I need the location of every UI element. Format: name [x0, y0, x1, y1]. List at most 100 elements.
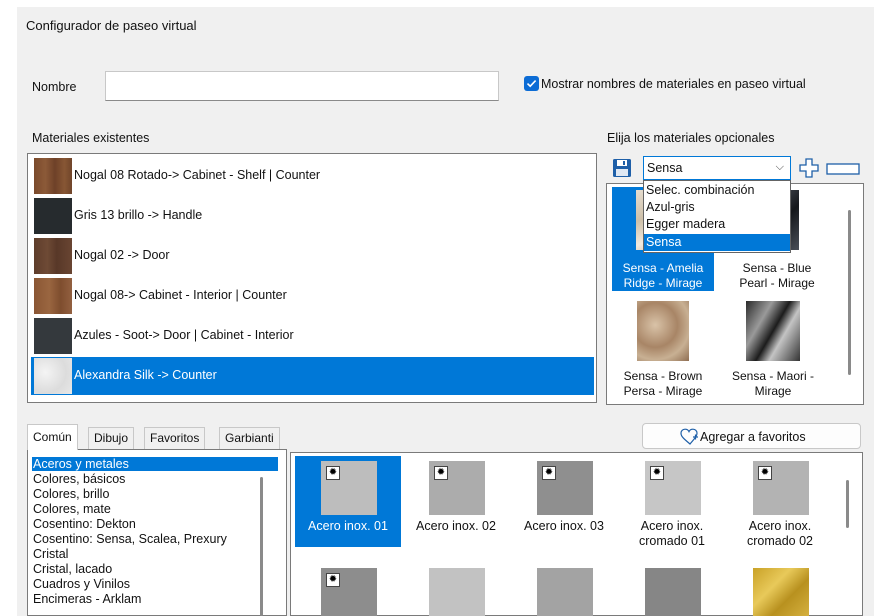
gold-swatch	[753, 568, 809, 616]
remove-icon[interactable]	[826, 163, 860, 175]
steel-01-swatch: ✹	[321, 461, 377, 515]
show-names-checkbox[interactable]	[524, 76, 539, 91]
category-item[interactable]: Cosentino: Dekton	[32, 517, 278, 531]
material-row[interactable]: Nogal 08-> Cabinet - Interior | Counter	[31, 277, 594, 315]
optional-material-line2: Pearl - Mirage	[739, 276, 815, 290]
texture-item[interactable]	[511, 563, 617, 616]
category-item[interactable]: Cristal, lacado	[32, 562, 278, 576]
material-label: Gris 13 brillo -> Handle	[74, 208, 203, 222]
steel-03-swatch: ✹	[537, 461, 593, 515]
tab-comun[interactable]: Común	[27, 424, 78, 450]
scrollbar-thumb[interactable]	[260, 477, 263, 616]
texture-item[interactable]: ✹ Acero inox. cromado 01	[619, 456, 725, 548]
texture-item-selected[interactable]: ✹ Acero inox. 01	[295, 456, 401, 547]
texture-line2: cromado 02	[746, 534, 813, 548]
walnut-dark-swatch	[34, 238, 72, 274]
metal-swatch: ✹	[321, 568, 377, 616]
material-label: Azules - Soot-> Door | Cabinet - Interio…	[74, 328, 294, 342]
optional-material-line2: Persa - Mirage	[623, 384, 703, 398]
optional-material-line1: Sensa - Blue	[742, 261, 812, 275]
material-row[interactable]: Azules - Soot-> Door | Cabinet - Interio…	[31, 317, 594, 355]
optional-material-line1: Sensa - Brown	[623, 369, 703, 383]
combination-select[interactable]: Sensa ⌵	[643, 156, 791, 180]
maori-swatch	[746, 301, 800, 361]
category-item[interactable]: Cristal	[32, 547, 278, 561]
optional-material-line1: Sensa - Amelia	[622, 261, 704, 275]
existing-materials-label: Materiales existentes	[32, 131, 150, 145]
slate-swatch	[34, 318, 72, 354]
new-marker-icon: ✹	[650, 466, 664, 480]
save-icon[interactable]	[612, 158, 632, 178]
combination-value: Sensa	[647, 161, 683, 175]
show-names-label: Mostrar nombres de materiales en paseo v…	[541, 77, 806, 91]
category-item-selected[interactable]: Aceros y metales	[32, 457, 278, 471]
texture-line1: Acero inox. 02	[416, 519, 496, 533]
walnut-swatch	[34, 278, 72, 314]
add-to-favorites-label: Agregar a favoritos	[700, 430, 806, 444]
tab-favoritos[interactable]: Favoritos	[144, 427, 206, 449]
optional-material-line2: Ridge - Mirage	[623, 276, 703, 290]
material-label: Alexandra Silk -> Counter	[74, 368, 217, 382]
library-tabs: Común Dibujo Favoritos Garbianti	[27, 424, 289, 450]
category-list[interactable]: Aceros y metales Colores, básicos Colore…	[27, 449, 287, 616]
name-input[interactable]	[105, 71, 499, 101]
heart-add-icon	[680, 428, 698, 445]
texture-item[interactable]	[727, 563, 833, 616]
material-row[interactable]: Nogal 02 -> Door	[31, 237, 594, 275]
chrome-02-swatch: ✹	[753, 461, 809, 515]
add-to-favorites-button[interactable]: Agregar a favoritos	[642, 423, 861, 449]
scrollbar-thumb[interactable]	[846, 480, 849, 528]
category-item[interactable]: Colores, básicos	[32, 472, 278, 486]
existing-materials-list[interactable]: Nogal 08 Rotado-> Cabinet - Shelf | Coun…	[27, 153, 597, 403]
texture-item[interactable]	[619, 563, 725, 616]
dropdown-option[interactable]: Egger madera	[644, 216, 790, 233]
metal-swatch	[537, 568, 593, 616]
texture-line1: Acero inox. 03	[524, 519, 604, 533]
combination-dropdown[interactable]: Selec. combinación Azul-gris Egger mader…	[643, 180, 791, 253]
category-item[interactable]: Cuadros y Vinilos	[32, 577, 278, 591]
material-label: Nogal 08-> Cabinet - Interior | Counter	[74, 288, 287, 302]
add-icon[interactable]	[798, 157, 820, 179]
dropdown-option[interactable]: Selec. combinación	[644, 182, 790, 199]
texture-item[interactable]: ✹ Acero inox. cromado 02	[727, 456, 833, 548]
optional-material-line1: Sensa - Maori -	[731, 369, 815, 383]
material-row-selected[interactable]: Alexandra Silk -> Counter	[31, 357, 594, 395]
optional-material-item[interactable]: Sensa - Maori - Mirage	[719, 295, 827, 405]
optional-material-item[interactable]: Sensa - Brown Persa - Mirage	[609, 295, 717, 405]
dropdown-option[interactable]: Azul-gris	[644, 199, 790, 216]
texture-grid[interactable]: ✹ Acero inox. 01 ✹ Acero inox. 02 ✹ Acer…	[290, 452, 863, 616]
window-title: Configurador de paseo virtual	[26, 18, 197, 33]
material-row[interactable]: Nogal 08 Rotado-> Cabinet - Shelf | Coun…	[31, 157, 594, 195]
dark-gray-swatch	[34, 198, 72, 234]
tab-dibujo[interactable]: Dibujo	[88, 427, 135, 449]
texture-line1: Acero inox. 01	[308, 519, 388, 533]
scrollbar-thumb[interactable]	[848, 210, 851, 375]
optional-materials-label: Elija los materiales opcionales	[607, 131, 775, 145]
material-row[interactable]: Gris 13 brillo -> Handle	[31, 197, 594, 235]
checkmark-icon	[526, 80, 537, 88]
dropdown-option-selected[interactable]: Sensa	[644, 234, 790, 251]
optional-material-line2: Mirage	[754, 384, 792, 398]
texture-line1: Acero inox.	[748, 519, 812, 533]
new-marker-icon: ✹	[434, 466, 448, 480]
tab-garbianti[interactable]: Garbianti	[219, 427, 280, 449]
walnut-swatch	[34, 158, 72, 194]
material-label: Nogal 02 -> Door	[74, 248, 170, 262]
category-item[interactable]: Colores, mate	[32, 502, 278, 516]
metal-swatch	[429, 568, 485, 616]
texture-item[interactable]: ✹ Acero inox. 02	[403, 456, 509, 547]
steel-02-swatch: ✹	[429, 461, 485, 515]
category-item[interactable]: Encimeras - Arklam	[32, 592, 278, 606]
category-item[interactable]: Cosentino: Sensa, Scalea, Prexury	[32, 532, 278, 546]
texture-line2: cromado 01	[638, 534, 705, 548]
texture-item[interactable]: ✹ Acero inox. 03	[511, 456, 617, 547]
category-item[interactable]: Colores, brillo	[32, 487, 278, 501]
new-marker-icon: ✹	[326, 466, 340, 480]
new-marker-icon: ✹	[758, 466, 772, 480]
new-marker-icon: ✹	[542, 466, 556, 480]
texture-item[interactable]: ✹	[295, 563, 401, 616]
chevron-down-icon: ⌵	[775, 161, 784, 173]
chrome-01-swatch: ✹	[645, 461, 701, 515]
texture-item[interactable]	[403, 563, 509, 616]
metal-swatch	[645, 568, 701, 616]
